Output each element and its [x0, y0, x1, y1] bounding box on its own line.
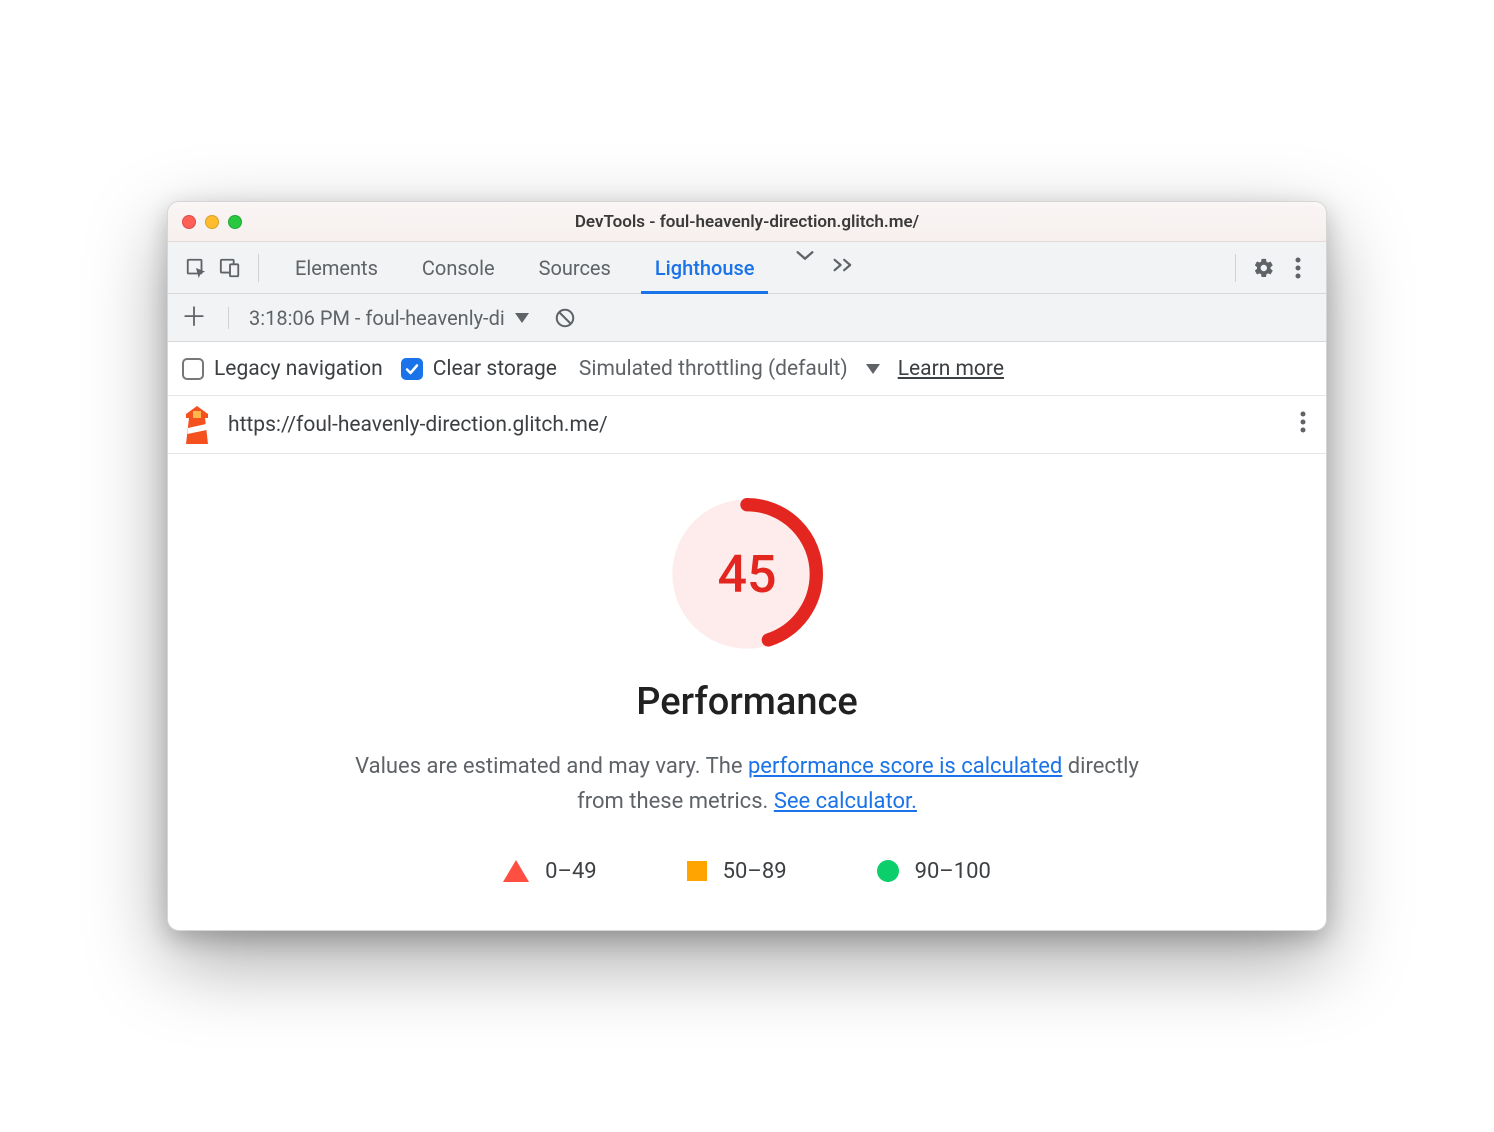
separator	[258, 254, 259, 282]
report-selector-label: 3:18:06 PM - foul-heavenly-di	[249, 306, 505, 330]
square-icon	[687, 861, 707, 881]
tab-elements[interactable]: Elements	[273, 242, 400, 293]
disclaimer-text-1: Values are estimated and may vary. The	[355, 754, 748, 779]
score-disclaimer: Values are estimated and may vary. The p…	[337, 750, 1157, 818]
clear-report-icon[interactable]	[551, 304, 579, 332]
circle-icon	[877, 860, 899, 882]
report-selector[interactable]: 3:18:06 PM - foul-heavenly-di	[249, 306, 529, 330]
throttling-selector[interactable]: Simulated throttling (default)	[579, 357, 880, 381]
legend-fail: 0–49	[503, 859, 597, 884]
clear-storage-label: Clear storage	[433, 357, 557, 381]
separator	[1235, 254, 1236, 282]
tab-sources[interactable]: Sources	[517, 242, 633, 293]
legend-average: 50–89	[687, 859, 787, 884]
settings-gear-icon[interactable]	[1250, 254, 1278, 282]
legacy-navigation-label: Legacy navigation	[214, 357, 383, 381]
titlebar: DevTools - foul-heavenly-direction.glitc…	[168, 202, 1326, 242]
category-title: Performance	[636, 680, 857, 724]
learn-more-link[interactable]: Learn more	[898, 357, 1004, 381]
devtools-window: DevTools - foul-heavenly-direction.glitc…	[167, 201, 1327, 930]
new-report-button[interactable]: ＋	[180, 305, 208, 331]
performance-score: 45	[667, 494, 827, 654]
legend-pass: 90–100	[877, 859, 991, 884]
inspect-element-icon[interactable]	[182, 254, 210, 282]
performance-gauge-section: 45 Performance Values are estimated and …	[168, 454, 1326, 929]
calculator-link[interactable]: See calculator.	[774, 789, 917, 814]
score-calc-link[interactable]: performance score is calculated	[748, 754, 1062, 779]
clear-storage-option[interactable]: Clear storage	[401, 357, 557, 381]
report-toolbar: ＋ 3:18:06 PM - foul-heavenly-di	[168, 294, 1326, 342]
traffic-lights	[182, 215, 242, 229]
chevrons-right-icon[interactable]	[820, 255, 870, 280]
score-legend: 0–49 50–89 90–100	[503, 859, 991, 884]
close-window-button[interactable]	[182, 215, 196, 229]
triangle-icon	[503, 860, 529, 882]
separator	[228, 307, 229, 329]
clear-storage-checkbox[interactable]	[401, 358, 423, 380]
tab-console[interactable]: Console	[400, 242, 517, 293]
minimize-window-button[interactable]	[205, 215, 219, 229]
toggle-device-toolbar-icon[interactable]	[216, 254, 244, 282]
legend-avg-label: 50–89	[723, 859, 787, 884]
lighthouse-logo-icon	[182, 406, 212, 444]
window-title: DevTools - foul-heavenly-direction.glitc…	[168, 212, 1326, 232]
more-options-icon[interactable]	[1284, 254, 1312, 282]
tab-lighthouse[interactable]: Lighthouse	[633, 242, 777, 293]
report-url-row: https://foul-heavenly-direction.glitch.m…	[168, 396, 1326, 454]
legend-pass-label: 90–100	[915, 859, 991, 884]
tabs-right-controls	[1227, 254, 1312, 282]
throttling-label: Simulated throttling (default)	[579, 357, 848, 381]
zoom-window-button[interactable]	[228, 215, 242, 229]
devtools-tabs: Elements Console Sources Lighthouse	[273, 242, 776, 293]
tabs-row: Elements Console Sources Lighthouse	[168, 242, 1326, 294]
chevron-down-icon	[515, 313, 529, 323]
performance-gauge: 45	[667, 494, 827, 654]
report-url: https://foul-heavenly-direction.glitch.m…	[228, 413, 1278, 437]
report-menu-icon[interactable]	[1294, 411, 1312, 439]
legend-fail-label: 0–49	[545, 859, 597, 884]
lighthouse-options: Legacy navigation Clear storage Simulate…	[168, 342, 1326, 396]
legacy-navigation-option[interactable]: Legacy navigation	[182, 357, 383, 381]
legacy-navigation-checkbox[interactable]	[182, 358, 204, 380]
chevron-down-icon	[866, 364, 880, 374]
